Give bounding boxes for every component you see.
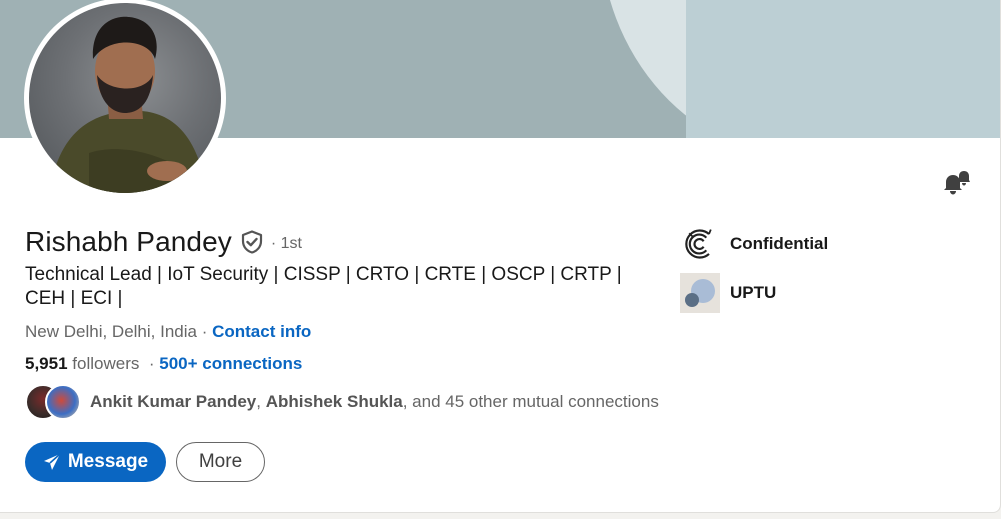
mutual-avatars <box>25 384 83 420</box>
org-confidential[interactable]: Confidential <box>680 224 828 264</box>
profile-avatar[interactable] <box>24 0 226 198</box>
mutual-name: Abhishek Shukla <box>265 392 403 411</box>
mutual-avatar <box>45 384 81 420</box>
more-label: More <box>198 451 243 472</box>
profile-photo <box>49 16 207 193</box>
connections-link[interactable]: 500+ connections <box>159 354 302 373</box>
confidential-logo <box>680 224 720 264</box>
mutual-connections[interactable]: Ankit Kumar Pandey, Abhishek Shukla, and… <box>25 384 659 420</box>
org-name: UPTU <box>730 283 777 302</box>
mutual-rest: , and 45 other mutual connections <box>402 392 659 411</box>
message-label: Message <box>67 451 149 472</box>
connection-degree: · 1st <box>270 234 302 252</box>
followers-label: followers <box>72 354 140 373</box>
org-uptu[interactable]: UPTU <box>680 273 776 313</box>
profile-name: Rishabh Pandey <box>25 226 232 257</box>
banner-block <box>686 0 1000 138</box>
location-row: New Delhi, Delhi, India · Contact info <box>25 322 311 342</box>
org-name: Confidential <box>730 234 829 253</box>
profile-location: New Delhi, Delhi, India · <box>25 322 208 341</box>
mutual-name: Ankit Kumar Pandey <box>90 392 257 411</box>
more-button[interactable]: More <box>176 442 265 482</box>
profile-headline: Technical Lead | IoT Security | CISSP | … <box>25 264 622 309</box>
followers-row: 5,951 followers · 500+ connections <box>25 354 302 374</box>
verified-shield-icon[interactable] <box>240 230 264 254</box>
uptu-logo <box>680 273 720 313</box>
contact-info-link[interactable]: Contact info <box>212 322 311 341</box>
name-row: Rishabh Pandey · 1st <box>25 226 302 258</box>
bell-icon[interactable] <box>940 170 970 198</box>
profile-card: Rishabh Pandey · 1st Technical Lead | Io… <box>0 0 1001 513</box>
send-icon <box>43 453 61 470</box>
followers-count: 5,951 <box>25 354 68 373</box>
message-button[interactable]: Message <box>25 442 166 482</box>
separator: · <box>148 354 155 373</box>
mutual-separator: , <box>256 392 261 411</box>
